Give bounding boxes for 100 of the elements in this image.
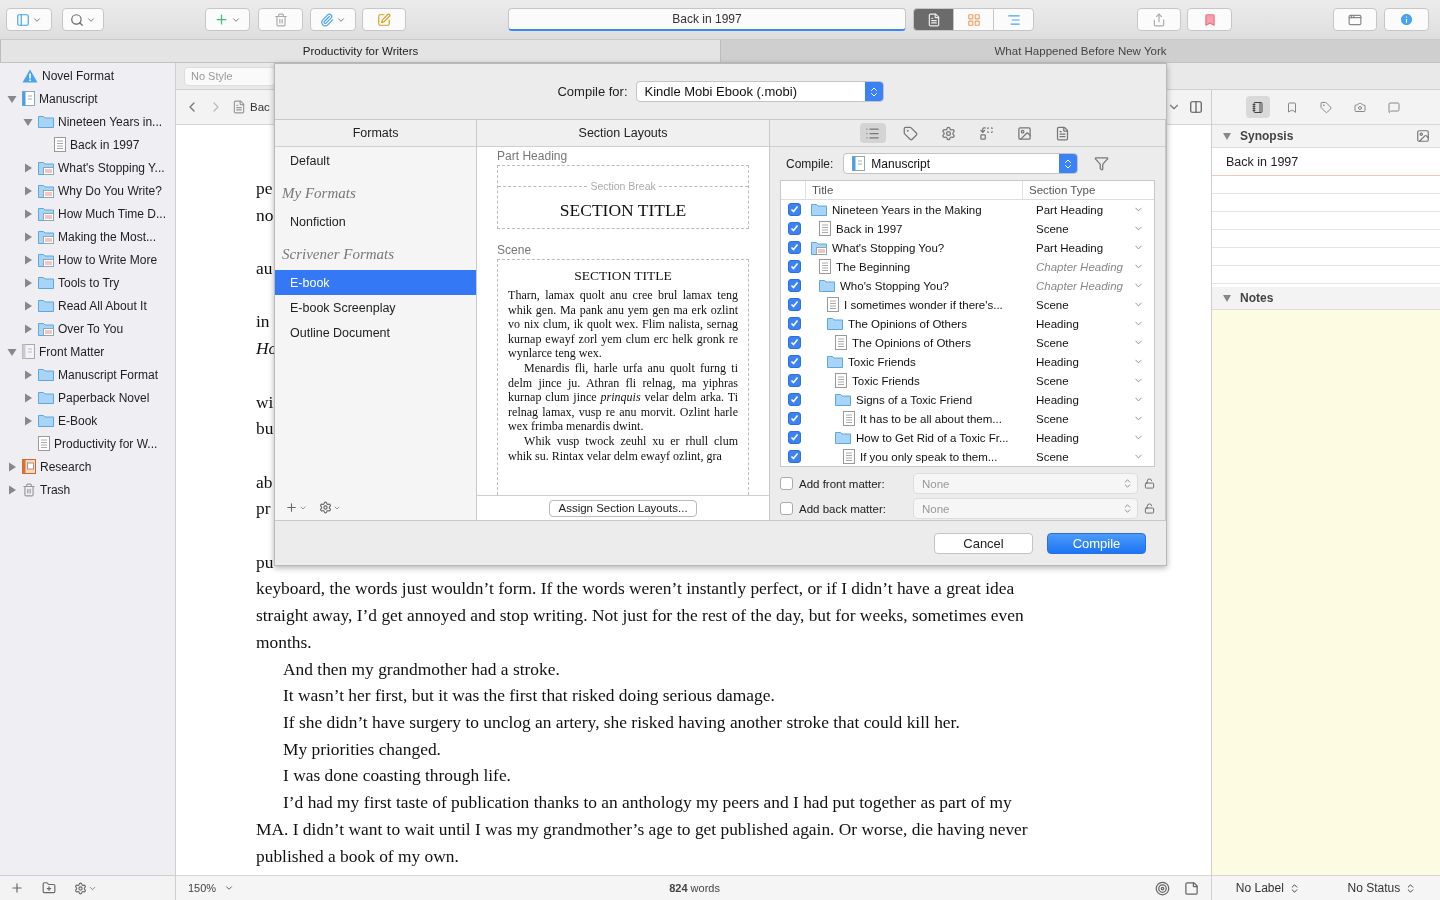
option-tab[interactable] bbox=[859, 123, 886, 143]
checkbox[interactable] bbox=[788, 203, 801, 216]
section-type-dropdown[interactable]: Heading bbox=[1022, 428, 1154, 447]
disclosure-triangle-icon[interactable] bbox=[6, 460, 18, 473]
format-item[interactable]: Outline Document bbox=[275, 320, 477, 345]
search-button[interactable] bbox=[62, 8, 104, 31]
section-type-dropdown[interactable]: Scene bbox=[1022, 371, 1154, 390]
layout-preview[interactable]: Section Break SECTION TITLE bbox=[497, 165, 749, 229]
binder-item[interactable]: Over To You bbox=[58, 321, 124, 336]
label-dropdown[interactable]: No Label bbox=[1235, 881, 1300, 895]
binder-item[interactable]: Tools to Try bbox=[58, 275, 120, 290]
binder-item[interactable]: Research bbox=[40, 459, 92, 474]
format-item[interactable]: Nonfiction bbox=[275, 209, 477, 234]
checkbox[interactable] bbox=[788, 450, 801, 463]
status-dropdown[interactable]: No Status bbox=[1347, 881, 1417, 895]
binder-item[interactable]: What's Stopping Y... bbox=[58, 160, 165, 175]
document-tab[interactable]: What Happened Before New York bbox=[720, 40, 1440, 62]
cancel-button[interactable]: Cancel bbox=[934, 532, 1033, 554]
disclosure-triangle-icon[interactable] bbox=[22, 414, 34, 427]
binder-item[interactable]: Productivity for W... bbox=[54, 436, 158, 451]
section-type-dropdown[interactable]: Part Heading bbox=[1022, 200, 1154, 219]
checkbox[interactable] bbox=[788, 393, 801, 406]
binder-item[interactable]: How Much Time D... bbox=[58, 206, 167, 221]
settings-button[interactable] bbox=[74, 881, 97, 895]
disclosure-triangle-icon[interactable] bbox=[1222, 293, 1232, 303]
checkbox[interactable] bbox=[788, 298, 801, 311]
section-type-dropdown[interactable]: Part Heading bbox=[1022, 238, 1154, 257]
section-type-dropdown[interactable]: Scene bbox=[1022, 333, 1154, 352]
section-type-dropdown[interactable]: Scene bbox=[1022, 295, 1154, 314]
section-type-dropdown[interactable]: Chapter Heading bbox=[1022, 276, 1154, 295]
checkbox[interactable] bbox=[780, 502, 793, 515]
binder-item[interactable]: Manuscript bbox=[39, 91, 98, 106]
disclosure-triangle-icon[interactable] bbox=[22, 207, 34, 220]
add-button[interactable] bbox=[285, 501, 307, 514]
disclosure-triangle-icon[interactable] bbox=[22, 276, 34, 289]
bookmark-button[interactable] bbox=[1187, 8, 1232, 31]
binder-item[interactable]: Why Do You Write? bbox=[58, 183, 162, 198]
section-type-dropdown[interactable]: Scene bbox=[1022, 409, 1154, 428]
binder-item[interactable]: E-Book bbox=[58, 413, 98, 428]
format-item[interactable]: Default bbox=[275, 148, 477, 173]
add-button[interactable] bbox=[10, 881, 24, 895]
checkbox[interactable] bbox=[788, 374, 801, 387]
disclosure-triangle-icon[interactable] bbox=[22, 368, 34, 381]
checkbox[interactable] bbox=[788, 412, 801, 425]
checkbox[interactable] bbox=[788, 336, 801, 349]
checkbox[interactable] bbox=[780, 477, 793, 490]
document-tab[interactable]: Productivity for Writers bbox=[0, 40, 720, 62]
checkbox[interactable] bbox=[788, 241, 801, 254]
note-button[interactable] bbox=[1184, 880, 1199, 896]
binder-item[interactable]: Front Matter bbox=[39, 344, 105, 359]
checkbox[interactable] bbox=[788, 260, 801, 273]
disclosure-triangle-icon[interactable] bbox=[22, 322, 34, 335]
binder-item[interactable]: Manuscript Format bbox=[58, 367, 159, 382]
view-mode-button[interactable] bbox=[953, 8, 994, 31]
checkbox[interactable] bbox=[788, 317, 801, 330]
checkbox[interactable] bbox=[788, 222, 801, 235]
assign-button[interactable]: Assign Section Layouts... bbox=[549, 499, 697, 517]
layout-preview[interactable] bbox=[497, 259, 749, 495]
section-type-dropdown[interactable]: Heading bbox=[1022, 314, 1154, 333]
target-button[interactable] bbox=[1155, 880, 1170, 896]
inspector-tab[interactable] bbox=[1246, 96, 1270, 118]
filter-icon[interactable] bbox=[1094, 156, 1110, 171]
disclosure-triangle-icon[interactable] bbox=[22, 161, 34, 174]
compile-button[interactable]: Compile bbox=[1047, 532, 1146, 554]
attach-button[interactable] bbox=[310, 8, 356, 31]
disclosure-triangle-icon[interactable] bbox=[6, 483, 18, 496]
disclosure-triangle-icon[interactable] bbox=[22, 184, 34, 197]
add-folder-button[interactable] bbox=[42, 881, 56, 895]
view-mode-button[interactable] bbox=[913, 8, 954, 31]
binder-item[interactable]: How to Write More bbox=[58, 252, 158, 267]
disclosure-triangle-icon[interactable] bbox=[22, 391, 34, 404]
checkbox[interactable] bbox=[788, 355, 801, 368]
binder-item[interactable]: Novel Format bbox=[42, 68, 115, 83]
binder-item[interactable]: Making the Most... bbox=[58, 229, 157, 244]
compile-for-dropdown[interactable]: Kindle Mobi Ebook (.mobi) bbox=[635, 81, 884, 102]
binder-item[interactable]: Paperback Novel bbox=[58, 390, 150, 405]
disclosure-triangle-icon[interactable] bbox=[22, 253, 34, 266]
image-icon[interactable] bbox=[1416, 129, 1430, 143]
composition-button[interactable] bbox=[1333, 8, 1377, 31]
section-type-dropdown[interactable]: Heading bbox=[1022, 352, 1154, 371]
binder-item[interactable]: Trash bbox=[40, 482, 71, 497]
binder-item[interactable]: Nineteen Years in... bbox=[58, 114, 163, 129]
disclosure-triangle-icon[interactable] bbox=[22, 230, 34, 243]
binder-item[interactable]: Read All About It bbox=[58, 298, 147, 313]
disclosure-triangle-icon[interactable] bbox=[1222, 131, 1232, 141]
disclosure-triangle-icon[interactable] bbox=[22, 299, 34, 312]
section-type-dropdown[interactable]: Scene bbox=[1022, 447, 1154, 466]
compile-source-dropdown[interactable]: Manuscript bbox=[843, 153, 1079, 174]
share-button[interactable] bbox=[1137, 8, 1181, 31]
binder-item[interactable]: Back in 1997 bbox=[70, 137, 140, 152]
inspector-button[interactable] bbox=[1384, 8, 1429, 31]
format-item[interactable]: E-book Screenplay bbox=[275, 295, 477, 320]
section-type-dropdown[interactable]: Heading bbox=[1022, 390, 1154, 409]
checkbox[interactable] bbox=[788, 279, 801, 292]
settings-button[interactable] bbox=[319, 501, 341, 514]
sidebar-button[interactable] bbox=[6, 8, 52, 31]
section-type-dropdown[interactable]: Chapter Heading bbox=[1022, 257, 1154, 276]
checkbox[interactable] bbox=[788, 431, 801, 444]
split-view-icon[interactable] bbox=[1189, 100, 1203, 114]
format-item[interactable]: E-book bbox=[275, 270, 477, 295]
